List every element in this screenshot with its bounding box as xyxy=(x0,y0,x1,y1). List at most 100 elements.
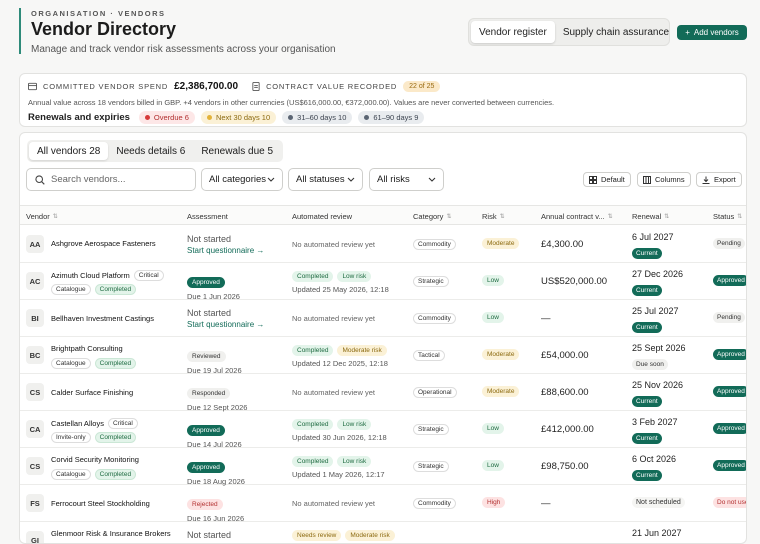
vendor-name[interactable]: Corvid Security Monitoring xyxy=(51,455,139,464)
assessment-status: Not started xyxy=(187,234,232,244)
table-row[interactable]: BI Bellhaven Investment Castings Not sta… xyxy=(20,300,746,337)
table-row[interactable]: CS Corvid Security Monitoring Catalogue C… xyxy=(20,448,746,486)
avatar: AC xyxy=(26,272,44,290)
automated-review-text: No automated review yet xyxy=(292,499,375,508)
start-questionnaire-link[interactable]: Start questionnaire → xyxy=(187,320,264,329)
risk-badge: Moderate xyxy=(482,386,520,397)
review-completed-chip: Completed xyxy=(292,419,334,430)
renewal-date: 25 Jul 2027 xyxy=(632,306,679,316)
tab-needs-details[interactable]: Needs details 6 xyxy=(108,142,193,160)
avatar: BC xyxy=(26,346,44,364)
status-badge: Approved xyxy=(713,275,746,286)
col-risk[interactable]: Risk ⇅ xyxy=(482,212,505,221)
automated-review-text: No automated review yet xyxy=(292,388,375,397)
category-tag: Commodity xyxy=(413,498,456,509)
contract-count-badge: 22 of 25 xyxy=(403,80,441,92)
col-renewal[interactable]: Renewal ⇅ xyxy=(632,212,669,221)
contract-label: CONTRACT VALUE RECORDED xyxy=(266,81,398,91)
category-tag: Strategic xyxy=(413,276,449,287)
vendor-name[interactable]: Brightpath Consulting xyxy=(51,344,123,353)
completed-tag: Completed xyxy=(94,284,137,295)
review-updated: Updated 25 May 2026, 12:18 xyxy=(292,285,389,294)
columns-button[interactable]: Columns xyxy=(637,172,691,187)
table-row[interactable]: FS Ferrocourt Steel Stockholding Rejecte… xyxy=(20,485,746,523)
invite-only-tag: Invite-only xyxy=(51,432,91,443)
col-status[interactable]: Status ⇅ xyxy=(713,212,742,221)
completed-tag: Completed xyxy=(94,358,137,369)
annual-value: £98,750.00 xyxy=(541,461,589,472)
review-risk-chip: Low risk xyxy=(337,456,372,467)
31-60-days-chip[interactable]: 31–60 days 10 xyxy=(282,111,353,124)
supply-chain-assurance-tab[interactable]: Supply chain assurance xyxy=(555,21,677,43)
status-badge: Approved xyxy=(713,386,746,397)
assessment-badge: Approved xyxy=(187,462,225,473)
document-icon xyxy=(252,81,260,91)
completed-tag: Completed xyxy=(94,469,137,480)
vendor-name[interactable]: Castellan Alloys xyxy=(51,419,104,428)
review-updated: Updated 1 May 2026, 12:17 xyxy=(292,470,385,479)
renewal-status-badge: Current xyxy=(632,322,662,333)
page-title: Vendor Directory xyxy=(31,19,177,39)
sort-icon: ⇅ xyxy=(664,214,670,220)
risk-filter[interactable]: All risks xyxy=(369,168,444,191)
start-questionnaire-link[interactable]: Start questionnaire → xyxy=(187,246,264,255)
review-updated: Updated 30 Jun 2026, 12:18 xyxy=(292,433,387,442)
col-vendor[interactable]: Vendor ⇅ xyxy=(26,212,58,221)
category-tag: Commodity xyxy=(413,239,456,250)
avatar: CS xyxy=(26,457,44,475)
avatar: BI xyxy=(26,309,44,327)
61-90-days-chip[interactable]: 61–90 days 9 xyxy=(358,111,425,124)
vendor-name[interactable]: Ferrocourt Steel Stockholding xyxy=(51,499,150,508)
renewal-date: 6 Oct 2026 xyxy=(632,454,677,464)
vendor-name[interactable]: Bellhaven Investment Castings xyxy=(51,314,154,323)
table-row[interactable]: GI Glenmoor Risk & Insurance Brokers Not… xyxy=(20,522,746,543)
vendor-name[interactable]: Ashgrove Aerospace Fasteners xyxy=(51,239,156,248)
col-category[interactable]: Category ⇅ xyxy=(413,212,451,221)
vendor-name[interactable]: Azimuth Cloud Platform xyxy=(51,271,130,280)
table-row[interactable]: AC Azimuth Cloud Platform Critical Catalo… xyxy=(20,263,746,301)
search-input[interactable] xyxy=(51,174,181,185)
table-row[interactable]: BC Brightpath Consulting Catalogue Comple… xyxy=(20,337,746,375)
dot-icon xyxy=(288,115,294,120)
review-risk-chip: Low risk xyxy=(337,271,372,282)
assessment-badge: Responded xyxy=(187,388,231,399)
renewal-status-badge: Current xyxy=(632,248,662,259)
renewal-status-badge: Current xyxy=(632,285,662,296)
vendor-name[interactable]: Calder Surface Finishing xyxy=(51,388,133,397)
vendor-register-tab[interactable]: Vendor register xyxy=(471,21,555,43)
status-badge: Approved xyxy=(713,460,746,471)
export-button[interactable]: Export xyxy=(696,172,742,187)
risk-badge: Low xyxy=(482,460,504,471)
table-row[interactable]: CS Calder Surface Finishing Responded Du… xyxy=(20,374,746,412)
critical-tag: Critical xyxy=(107,418,138,429)
table-row[interactable]: CA Castellan Alloys Critical Invite-only C… xyxy=(20,411,746,449)
risk-badge: Moderate xyxy=(482,349,520,360)
table-row[interactable]: AA Ashgrove Aerospace Fasteners Not star… xyxy=(20,226,746,263)
automated-review-text: No automated review yet xyxy=(292,240,375,249)
next-30-days-chip[interactable]: Next 30 days 10 xyxy=(200,111,277,124)
review-needs-chip: Needs review xyxy=(292,530,342,541)
add-vendors-button[interactable]: + Add vendors xyxy=(677,25,747,40)
status-badge: Pending xyxy=(713,312,745,323)
category-filter[interactable]: All categories xyxy=(201,168,283,191)
plus-icon: + xyxy=(685,28,690,37)
search-icon xyxy=(35,174,45,185)
status-filter[interactable]: All statuses xyxy=(288,168,363,191)
default-view-button[interactable]: Default xyxy=(583,172,631,187)
review-completed-chip: Completed xyxy=(292,345,334,356)
assessment-badge: Approved xyxy=(187,425,225,436)
grid-icon xyxy=(589,175,597,184)
review-risk-chip: Moderate risk xyxy=(337,345,387,356)
col-annual-contract[interactable]: Annual contract v... ⇅ xyxy=(541,212,613,221)
dot-icon xyxy=(364,115,370,120)
review-updated: Updated 12 Dec 2025, 12:18 xyxy=(292,359,388,368)
avatar: FS xyxy=(26,494,44,512)
automated-review-text: No automated review yet xyxy=(292,314,375,323)
tab-renewals-due[interactable]: Renewals due 5 xyxy=(193,142,281,160)
spend-label: COMMITTED VENDOR SPEND xyxy=(43,81,169,91)
vendor-name[interactable]: Glenmoor Risk & Insurance Brokers xyxy=(51,529,171,538)
avatar: GI xyxy=(26,531,44,543)
overdue-chip[interactable]: Overdue 6 xyxy=(138,111,195,124)
tab-all-vendors[interactable]: All vendors 28 xyxy=(29,142,109,160)
category-tag: Commodity xyxy=(413,313,456,324)
